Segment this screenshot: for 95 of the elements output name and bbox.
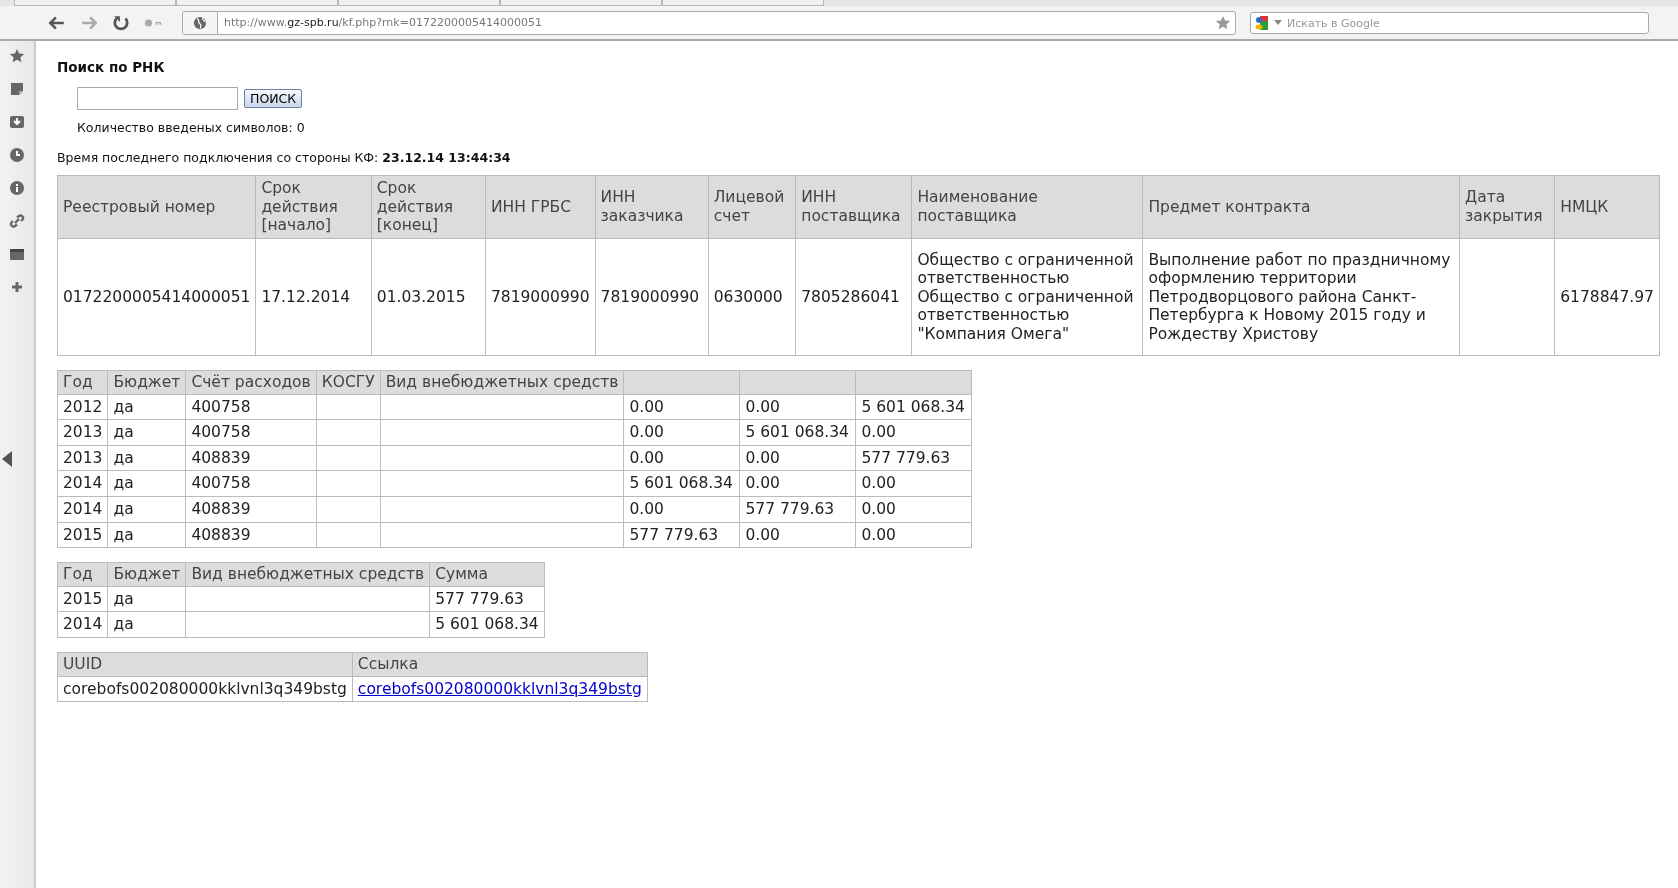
table-cell: 2014 — [57, 470, 108, 497]
column-header: ИНН заказчика — [595, 175, 709, 239]
table-cell: 6178847.97 — [1554, 238, 1660, 356]
column-header: Год — [57, 370, 108, 395]
column-header: UUID — [57, 652, 353, 677]
table-cell: 400758 — [185, 394, 317, 420]
table-cell: 400758 — [185, 470, 317, 497]
table-cell: да — [107, 445, 186, 471]
table-cell: 408839 — [185, 445, 317, 471]
column-header: Сумма — [429, 562, 545, 587]
table-cell: да — [107, 394, 186, 420]
column-header: КОСГУ — [316, 370, 381, 395]
table-cell: 0.00 — [623, 445, 740, 471]
table-cell: да — [107, 522, 186, 548]
reload-icon[interactable] — [112, 13, 130, 32]
window-icon[interactable] — [9, 246, 25, 262]
column-header: Реестровый номер — [57, 175, 256, 239]
table-cell: 0.00 — [623, 419, 740, 446]
table-cell: 408839 — [185, 522, 317, 548]
column-header: Вид внебюджетных средств — [380, 370, 624, 395]
column-header: Срок действия [конец] — [371, 175, 486, 239]
column-header: Ссылка — [352, 652, 648, 677]
column-header: Счёт расходов — [185, 370, 317, 395]
table-cell: 577 779.63 — [739, 496, 856, 523]
table-cell: 7805286041 — [795, 238, 912, 356]
last-connection-text: Время последнего подключения со стороны КФ: 23.12.14 13:44:34 — [57, 150, 512, 165]
column-header: Срок действия [начало] — [255, 175, 372, 239]
table-cell: 0.00 — [855, 522, 972, 548]
star-icon[interactable] — [1215, 14, 1231, 31]
table-cell: 577 779.63 — [429, 586, 545, 612]
table-cell: 0.00 — [855, 496, 972, 523]
table-cell: 17.12.2014 — [255, 238, 372, 356]
clock-icon[interactable] — [9, 147, 25, 163]
search-button[interactable]: ПОИСК — [244, 89, 303, 108]
note-icon[interactable] — [9, 81, 25, 97]
star-icon[interactable] — [9, 48, 25, 64]
table-cell: да — [107, 611, 186, 638]
table-cell: corebofs002080000kklvnl3q349bstg — [57, 676, 353, 702]
table-cell: 0.00 — [623, 394, 740, 420]
table-cell: да — [107, 586, 186, 612]
column-header: ИНН ГРБС — [485, 175, 596, 239]
table-cell: 0172200005414000051 — [57, 238, 256, 356]
table-cell: 2012 — [57, 394, 108, 420]
table-cell: 5 601 068.34 — [429, 611, 545, 638]
table-cell: 2013 — [57, 419, 108, 446]
table-cell: да — [107, 496, 186, 523]
column-header: Год — [57, 562, 108, 587]
table-cell: 01.03.2015 — [371, 238, 486, 356]
table-cell: 577 779.63 — [623, 522, 740, 548]
table-cell: 0.00 — [739, 445, 856, 471]
globe-icon — [193, 15, 207, 30]
table-cell: Общество с ограниченной ответственностью Общество с ограниченной ответственностью "Компания Омега" — [911, 238, 1143, 356]
download-icon[interactable] — [9, 114, 25, 130]
table-cell: 2013 — [57, 445, 108, 471]
plus-icon[interactable] — [9, 279, 25, 295]
table-cell: 0.00 — [855, 419, 972, 446]
table-cell: 5 601 068.34 — [739, 419, 856, 446]
column-header: Бюджет — [107, 562, 186, 587]
address-bar[interactable]: http://www.gz-spb.ru/kf.php?rnk=0172200005414000051 — [182, 10, 1236, 35]
table-cell: 400758 — [185, 419, 317, 446]
table-cell: 5 601 068.34 — [855, 394, 972, 420]
table-cell: 0.00 — [855, 470, 972, 497]
table-cell: 408839 — [185, 496, 317, 523]
search-field[interactable]: Искать в Google — [1250, 12, 1649, 34]
column-header: Лицевой счет — [708, 175, 796, 239]
column-header: Наименование поставщика — [911, 175, 1143, 239]
page-title: Поиск по РНК — [57, 59, 166, 75]
table-cell: 2014 — [57, 496, 108, 523]
table-cell: да — [107, 470, 186, 497]
table-cell: 2015 — [57, 586, 108, 612]
table-cell: да — [107, 419, 186, 446]
column-header: Дата закрытия — [1459, 175, 1555, 239]
table-cell: 5 601 068.34 — [623, 470, 740, 497]
table-cell: 2014 — [57, 611, 108, 638]
table-cell: 0.00 — [739, 470, 856, 497]
column-header: Бюджет — [107, 370, 186, 395]
column-header: НМЦК — [1554, 175, 1660, 239]
table-cell: 0.00 — [739, 394, 856, 420]
link-icon[interactable] — [9, 213, 25, 229]
column-header: ИНН поставщика — [795, 175, 912, 239]
table-cell: 7819000990 — [485, 238, 596, 356]
search-input[interactable] — [77, 87, 238, 110]
character-counter: Количество введеных символов: 0 — [77, 120, 306, 135]
column-header: Предмет контракта — [1142, 175, 1460, 239]
table-cell: 0630000 — [708, 238, 796, 356]
table-cell: 0.00 — [623, 496, 740, 523]
google-icon[interactable] — [1255, 14, 1269, 31]
table-cell: 7819000990 — [595, 238, 709, 356]
dropdown-icon[interactable] — [1274, 20, 1282, 25]
table-cell: 577 779.63 — [855, 445, 972, 471]
table-cell: 2015 — [57, 522, 108, 548]
column-header: Вид внебюджетных средств — [185, 562, 430, 587]
table-cell: Выполнение работ по праздничному оформлению территории Петродворцового района Санкт-Петербурга к Новому 2015 году и Рождеству Христову — [1142, 238, 1460, 356]
table-cell: 0.00 — [739, 522, 856, 548]
info-icon[interactable] — [9, 180, 25, 196]
